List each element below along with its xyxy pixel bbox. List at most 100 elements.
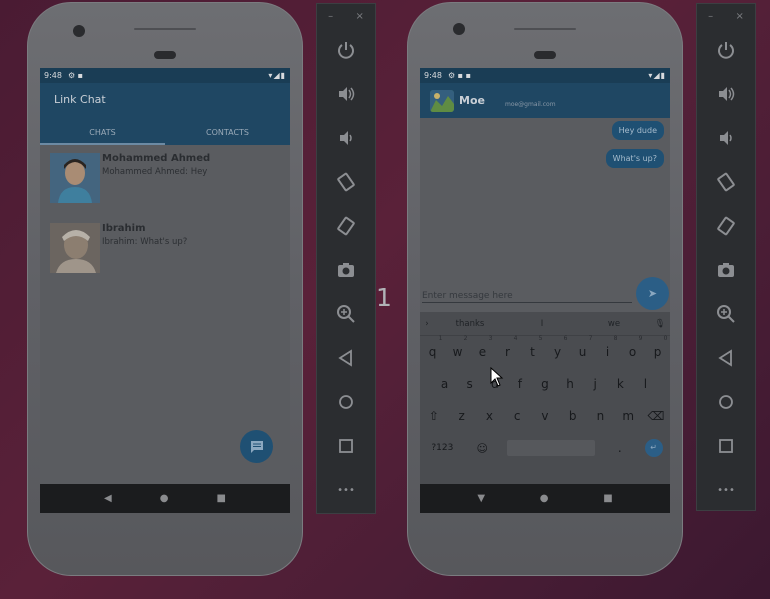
chat-name: Ibrahim — [102, 223, 146, 234]
volume-down-icon — [720, 131, 732, 145]
volume-up-button[interactable] — [697, 72, 755, 116]
rotate-left-icon — [717, 172, 735, 192]
key-n[interactable]: n — [590, 409, 610, 423]
key-hint: 0 — [663, 335, 668, 342]
key-l[interactable]: l — [635, 377, 655, 391]
chat-list-item[interactable]: Mohammed Ahmed Mohammed Ahmed: Hey — [40, 145, 290, 215]
conversation-header: Moe moe@gmail.com — [420, 83, 670, 118]
key-q[interactable]: q1 — [423, 335, 443, 359]
volume-up-button[interactable] — [317, 72, 375, 116]
send-button[interactable]: ➤ — [636, 277, 669, 310]
key-t[interactable]: t5 — [523, 335, 542, 359]
volume-down-icon — [340, 131, 352, 145]
key-w[interactable]: w2 — [448, 335, 468, 359]
key-g[interactable]: g — [535, 377, 555, 391]
zoom-button[interactable] — [317, 292, 375, 336]
key-p[interactable]: p0 — [648, 335, 668, 359]
power-button[interactable] — [697, 28, 755, 72]
back-button[interactable] — [317, 336, 375, 380]
rotate-right-button[interactable] — [697, 204, 755, 248]
key-x[interactable]: x — [479, 409, 499, 423]
home-icon[interactable]: ● — [540, 493, 549, 504]
period-key[interactable]: . — [610, 441, 630, 455]
backspace-key[interactable]: ⌫ — [646, 409, 666, 423]
close-button[interactable]: × — [355, 11, 363, 22]
more-button[interactable]: ••• — [317, 468, 375, 512]
app-bar: Link Chat CHATS CONTACTS — [40, 83, 290, 145]
key-y[interactable]: y6 — [548, 335, 568, 359]
key-b[interactable]: b — [563, 409, 583, 423]
key-i[interactable]: i8 — [598, 335, 618, 359]
key-u[interactable]: u7 — [573, 335, 593, 359]
key-z[interactable]: z — [452, 409, 472, 423]
key-r[interactable]: r4 — [498, 335, 517, 359]
overview-button[interactable] — [697, 424, 755, 468]
rotate-left-icon — [337, 172, 355, 192]
suggestion[interactable]: we — [578, 319, 650, 329]
emulator-toolbar-right: – × ••• — [696, 3, 756, 511]
back-button[interactable] — [697, 336, 755, 380]
back-icon[interactable]: ◀ — [104, 493, 112, 504]
tab-contacts[interactable]: CONTACTS — [165, 120, 290, 145]
new-chat-button[interactable] — [240, 430, 273, 463]
zoom-button[interactable] — [697, 292, 755, 336]
suggestion[interactable]: thanks — [434, 319, 506, 329]
navigation-bar: ▼ ● ■ — [420, 484, 670, 513]
recents-icon[interactable]: ■ — [217, 493, 226, 504]
volume-down-button[interactable] — [317, 116, 375, 160]
back-icon[interactable]: ▼ — [477, 493, 485, 504]
expand-suggestions-icon[interactable]: › — [420, 319, 434, 329]
home-icon[interactable]: ● — [160, 493, 169, 504]
key-v[interactable]: v — [535, 409, 555, 423]
emoji-key[interactable]: ☺ — [472, 442, 492, 455]
shift-key[interactable]: ⇧ — [424, 409, 444, 423]
symbols-key[interactable]: ?123 — [427, 443, 457, 453]
key-m[interactable]: m — [618, 409, 638, 423]
space-key[interactable] — [506, 440, 595, 456]
screenshot-button[interactable] — [317, 248, 375, 292]
enter-key[interactable]: ↵ — [644, 439, 663, 457]
power-button[interactable] — [317, 28, 375, 72]
avatar-illustration — [50, 153, 100, 203]
rotate-right-icon — [717, 216, 735, 236]
rotate-left-button[interactable] — [697, 160, 755, 204]
app-title: Link Chat — [54, 93, 106, 106]
mouse-cursor-icon — [490, 367, 504, 387]
home-button[interactable] — [317, 380, 375, 424]
overview-button[interactable] — [317, 424, 375, 468]
chat-list-item[interactable]: Ibrahim Ibrahim: What's up? — [40, 215, 290, 285]
rotate-right-button[interactable] — [317, 204, 375, 248]
tab-chats[interactable]: CHATS — [40, 120, 165, 145]
microphone-icon[interactable]: 🎙 — [650, 319, 670, 329]
message-bubble: Hey dude — [611, 121, 664, 140]
key-a[interactable]: a — [435, 377, 455, 391]
key-hint: 2 — [463, 335, 468, 342]
key-o[interactable]: o9 — [623, 335, 643, 359]
home-button[interactable] — [697, 380, 755, 424]
send-icon: ➤ — [647, 287, 658, 300]
key-h[interactable]: h — [560, 377, 580, 391]
recents-icon[interactable]: ■ — [603, 493, 612, 504]
rotate-left-button[interactable] — [317, 160, 375, 204]
volume-down-button[interactable] — [697, 116, 755, 160]
front-camera — [73, 25, 85, 37]
screenshot-button[interactable] — [697, 248, 755, 292]
contact-name: Moe — [459, 94, 485, 107]
power-icon — [718, 42, 734, 59]
key-j[interactable]: j — [585, 377, 605, 391]
message-input[interactable]: Enter message here — [422, 291, 632, 303]
minimize-button[interactable]: – — [328, 11, 333, 22]
key-e[interactable]: e3 — [473, 335, 493, 359]
minimize-button[interactable]: – — [708, 11, 713, 22]
key-k[interactable]: k — [610, 377, 630, 391]
key-f[interactable]: f — [510, 377, 530, 391]
suggestion[interactable]: I — [506, 319, 578, 329]
soft-keyboard: › thanks I we 🎙 q1w2e3r4t5y6u7i8o9p0 asd… — [420, 312, 670, 484]
key-s[interactable]: s — [460, 377, 480, 391]
left-phone-frame: 9:48 ⚙ ▪ ▾◢▮ Link Chat CHATS CONTACTS Mo — [27, 2, 303, 576]
keyboard-row-3: ⇧ z x c v b n m ⌫ — [420, 400, 670, 432]
message-bubble: What's up? — [605, 149, 664, 168]
key-c[interactable]: c — [507, 409, 527, 423]
close-button[interactable]: × — [735, 11, 743, 22]
more-button[interactable]: ••• — [697, 468, 755, 512]
